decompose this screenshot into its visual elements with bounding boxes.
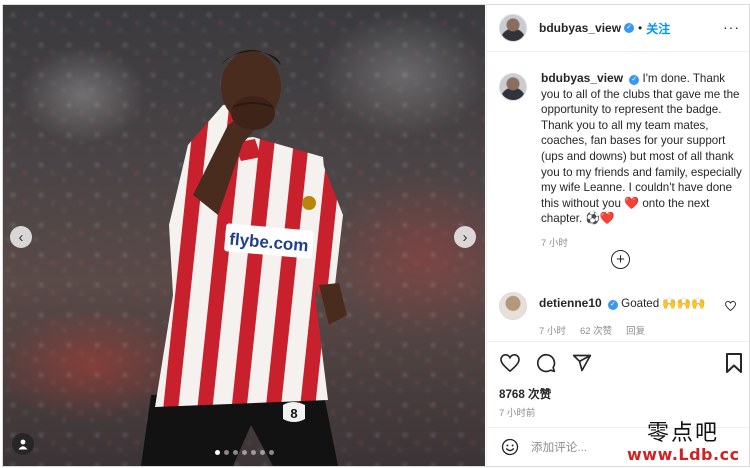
plus-circle-icon: + <box>616 251 625 268</box>
author-avatar[interactable] <box>499 14 527 42</box>
comment-icon <box>536 353 556 373</box>
post-header: bdubyas_view ✓ • 关注 ··· <box>487 5 749 52</box>
tagged-users-button[interactable] <box>12 433 34 455</box>
caption-heart-emoji-end: ❤️ <box>599 211 615 226</box>
heart-outline-icon <box>725 300 736 312</box>
caption-username[interactable]: bdubyas_view <box>541 71 623 85</box>
comment-text: Goated 🙌🙌🙌 <box>621 297 706 310</box>
caption-timestamp: 7 小时 <box>541 237 568 249</box>
caption-avatar[interactable] <box>499 73 527 101</box>
person-icon <box>18 439 28 450</box>
commenter-avatar[interactable] <box>499 292 527 320</box>
post-actions: 8768 次赞 7 小时前 <box>487 341 749 419</box>
comment-meta: 7 小时 62 次赞 回复 <box>539 323 645 337</box>
commenter-verified-badge-icon: ✓ <box>607 300 618 310</box>
carousel-dot <box>224 450 229 455</box>
comment-timestamp: 7 小时 <box>539 326 566 337</box>
header-separator: • <box>638 21 643 35</box>
comment-line: detienne10 ✓ Goated 🙌🙌🙌 <box>539 296 706 310</box>
caption-verified-badge-icon: ✓ <box>629 75 640 85</box>
comment-likes-count[interactable]: 62 次赞 <box>580 323 612 337</box>
more-options-icon[interactable]: ··· <box>723 19 740 35</box>
instagram-post-modal: 8 flybe.com ‹ › bdubyas_view ✓ • 关注 ··· … <box>2 4 750 467</box>
shorts-number: 8 <box>290 406 297 421</box>
likes-count[interactable]: 8768 次赞 <box>499 386 551 402</box>
commenter-username[interactable]: detienne10 <box>539 296 602 310</box>
carousel-dot <box>215 450 220 455</box>
save-button[interactable] <box>723 352 745 374</box>
share-icon <box>572 354 592 372</box>
verified-badge-icon: ✓ <box>624 23 635 33</box>
carousel-dot <box>233 450 238 455</box>
post-caption: bdubyas_view ✓ I'm done. Thank you to al… <box>499 71 744 252</box>
carousel-dot <box>260 450 265 455</box>
author-username[interactable]: bdubyas_view <box>539 21 621 35</box>
post-side-panel: bdubyas_view ✓ • 关注 ··· bdubyas_view ✓ I… <box>486 5 749 466</box>
chevron-right-icon: › <box>462 228 468 246</box>
action-icons <box>499 352 593 374</box>
posted-time: 7 小时前 <box>499 408 536 419</box>
caption-body: bdubyas_view ✓ I'm done. Thank you to al… <box>541 71 744 252</box>
add-comment-bar <box>487 427 749 466</box>
bookmark-icon <box>726 353 742 373</box>
comment-like-button[interactable] <box>725 300 736 314</box>
carousel-dot <box>251 450 256 455</box>
caption-heart-emoji: ❤️ <box>624 195 640 210</box>
comment-reply-button[interactable]: 回复 <box>626 323 645 337</box>
caption-text: I'm done. Thank you to all of the clubs … <box>541 72 742 210</box>
comment-button[interactable] <box>535 352 557 374</box>
like-button[interactable] <box>499 352 521 374</box>
carousel-dot <box>269 450 274 455</box>
emoji-icon[interactable] <box>501 438 519 456</box>
share-button[interactable] <box>571 352 593 374</box>
follow-button[interactable]: 关注 <box>646 20 670 37</box>
chevron-left-icon: ‹ <box>18 228 24 246</box>
footballer-illustration: 8 flybe.com <box>141 50 347 466</box>
heart-icon <box>500 354 520 372</box>
comment-input[interactable] <box>531 437 681 457</box>
carousel-prev-button[interactable]: ‹ <box>10 226 32 248</box>
carousel-dots <box>215 450 274 455</box>
post-photo: 8 flybe.com ‹ › <box>3 5 485 466</box>
load-more-comments-button[interactable]: + <box>611 250 630 269</box>
carousel-next-button[interactable]: › <box>454 226 476 248</box>
carousel-dot <box>242 450 247 455</box>
